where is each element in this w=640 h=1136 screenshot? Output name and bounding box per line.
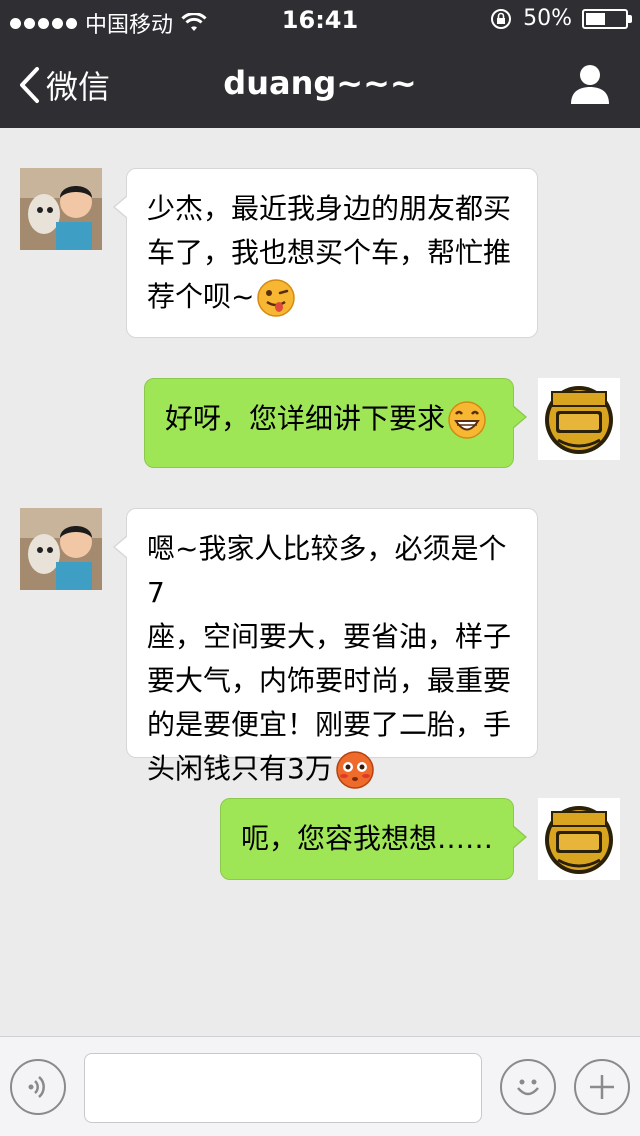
message-input[interactable]	[84, 1053, 482, 1123]
message-line: 座，空间要大，要省油，样子	[147, 620, 512, 653]
chat-title: duang~~~	[223, 64, 417, 102]
message-bubble-incoming[interactable]: 嗯~我家人比较多，必须是个7 座，空间要大，要省油，样子 要大气，内饰要时尚，最…	[113, 508, 538, 789]
avatar-self[interactable]	[538, 798, 620, 880]
message-line: 车了，我也想买个车，帮忙推	[147, 236, 512, 269]
input-bar	[0, 1036, 640, 1136]
emoji-face-icon	[517, 1079, 539, 1096]
message-line: 要大气，内饰要时尚，最重要	[147, 664, 512, 697]
plus-icon	[590, 1075, 614, 1099]
status-bar: 中国移动 16:41 50%	[0, 0, 640, 40]
navigation-bar: 微信 duang~~~	[0, 40, 640, 128]
avatar-friend[interactable]	[20, 168, 102, 250]
message-line: 头闲钱只有3万	[147, 752, 333, 785]
person-icon[interactable]	[568, 62, 612, 106]
message-bubble-outgoing[interactable]: 呃，您容我想想……	[220, 798, 527, 880]
message-line: 少杰，最近我身边的朋友都买	[147, 192, 512, 225]
winking-tongue-emoji	[257, 279, 296, 317]
message-line: 荐个呗~	[147, 280, 255, 313]
battery-icon	[582, 8, 632, 29]
message-line: 呃，您容我想想……	[241, 822, 494, 855]
message-line: 嗯~我家人比较多，必须是个7	[147, 532, 507, 609]
avatar-friend[interactable]	[20, 508, 102, 590]
message-line: 好呀，您详细讲下要求	[165, 402, 446, 435]
rotation-lock-icon	[491, 8, 512, 29]
battery-percent: 50%	[523, 6, 572, 31]
avatar-self[interactable]	[538, 378, 620, 460]
more-button[interactable]	[574, 1059, 630, 1115]
message-line: 的是要便宜！刚要了二胎，手	[147, 708, 512, 741]
voice-icon	[28, 1076, 45, 1098]
voice-button[interactable]	[10, 1059, 66, 1115]
blushing-emoji	[336, 751, 374, 789]
grinning-emoji	[448, 401, 486, 439]
emoji-button[interactable]	[500, 1059, 556, 1115]
message-bubble-incoming[interactable]: 少杰，最近我身边的朋友都买 车了，我也想买个车，帮忙推 荐个呗~	[113, 168, 538, 338]
message-bubble-outgoing[interactable]: 好呀，您详细讲下要求	[144, 378, 527, 468]
